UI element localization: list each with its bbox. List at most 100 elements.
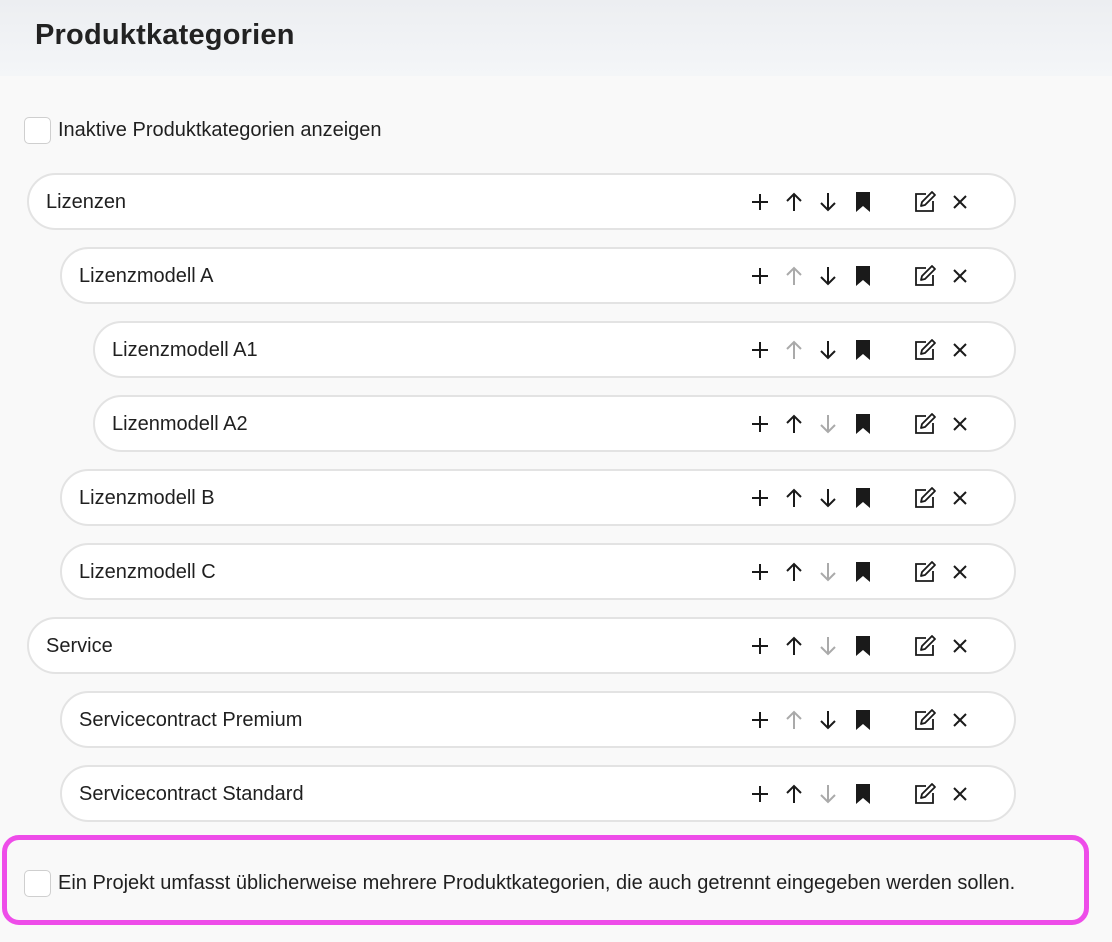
move-up-button[interactable] [781,781,807,807]
edit-button[interactable] [912,411,938,437]
multi-category-checkbox[interactable] [24,870,51,897]
close-icon [951,785,969,803]
show-inactive-checkbox[interactable] [24,117,51,144]
plus-icon [750,636,770,656]
page-title: Produktkategorien [35,19,295,51]
bookmark-icon [855,191,871,213]
category-label: Service [46,635,113,657]
category-row[interactable]: Service [27,617,1016,674]
edit-button[interactable] [912,559,938,585]
move-up-button[interactable] [781,485,807,511]
delete-button[interactable] [947,559,973,585]
bookmark-button[interactable] [850,781,876,807]
move-down-button[interactable] [815,263,841,289]
category-label: Lizenzmodell C [79,561,216,583]
category-row[interactable]: Lizenzmodell B [60,469,1016,526]
move-down-button[interactable] [815,485,841,511]
edit-icon [913,782,937,806]
add-button[interactable] [747,707,773,733]
move-up-button [781,707,807,733]
edit-button[interactable] [912,337,938,363]
add-button[interactable] [747,263,773,289]
move-up-button[interactable] [781,189,807,215]
add-button[interactable] [747,485,773,511]
edit-icon [913,338,937,362]
multi-category-label: Ein Projekt umfasst üblicherweise mehrer… [58,872,1016,894]
edit-button[interactable] [912,633,938,659]
add-button[interactable] [747,337,773,363]
edit-icon [913,264,937,288]
category-label: Servicecontract Standard [79,783,304,805]
delete-button[interactable] [947,337,973,363]
arrow-down-icon [818,339,838,361]
category-row[interactable]: Lizenzen [27,173,1016,230]
show-inactive-label: Inaktive Produktkategorien anzeigen [58,119,382,141]
arrow-down-icon [818,635,838,657]
bookmark-button[interactable] [850,263,876,289]
bookmark-icon [855,783,871,805]
move-down-button[interactable] [815,189,841,215]
add-button[interactable] [747,633,773,659]
edit-button[interactable] [912,781,938,807]
move-up-button [781,337,807,363]
move-up-button[interactable] [781,559,807,585]
category-row[interactable]: Lizenmodell A2 [93,395,1016,452]
arrow-down-icon [818,487,838,509]
arrow-down-icon [818,413,838,435]
bookmark-icon [855,487,871,509]
category-row[interactable]: Lizenzmodell A [60,247,1016,304]
move-down-button [815,781,841,807]
plus-icon [750,710,770,730]
delete-button[interactable] [947,189,973,215]
add-button[interactable] [747,411,773,437]
close-icon [951,415,969,433]
arrow-down-icon [818,561,838,583]
move-down-button [815,559,841,585]
bookmark-button[interactable] [850,633,876,659]
bookmark-button[interactable] [850,411,876,437]
move-down-button [815,411,841,437]
add-button[interactable] [747,781,773,807]
move-up-button[interactable] [781,633,807,659]
bookmark-button[interactable] [850,559,876,585]
add-button[interactable] [747,559,773,585]
arrow-up-icon [784,413,804,435]
close-icon [951,193,969,211]
close-icon [951,489,969,507]
close-icon [951,563,969,581]
bookmark-icon [855,635,871,657]
bookmark-button[interactable] [850,337,876,363]
move-down-button[interactable] [815,337,841,363]
bookmark-button[interactable] [850,707,876,733]
arrow-down-icon [818,709,838,731]
delete-button[interactable] [947,411,973,437]
plus-icon [750,488,770,508]
delete-button[interactable] [947,633,973,659]
edit-icon [913,486,937,510]
category-row[interactable]: Servicecontract Premium [60,691,1016,748]
delete-button[interactable] [947,263,973,289]
arrow-up-icon [784,709,804,731]
category-row[interactable]: Lizenzmodell A1 [93,321,1016,378]
category-row[interactable]: Servicecontract Standard [60,765,1016,822]
edit-button[interactable] [912,485,938,511]
edit-button[interactable] [912,189,938,215]
move-down-button[interactable] [815,707,841,733]
bookmark-button[interactable] [850,485,876,511]
plus-icon [750,340,770,360]
edit-icon [913,412,937,436]
close-icon [951,267,969,285]
bookmark-icon [855,265,871,287]
edit-button[interactable] [912,263,938,289]
delete-button[interactable] [947,781,973,807]
category-row[interactable]: Lizenzmodell C [60,543,1016,600]
move-up-button[interactable] [781,411,807,437]
bookmark-button[interactable] [850,189,876,215]
arrow-up-icon [784,339,804,361]
delete-button[interactable] [947,485,973,511]
category-label: Servicecontract Premium [79,709,303,731]
add-button[interactable] [747,189,773,215]
edit-button[interactable] [912,707,938,733]
delete-button[interactable] [947,707,973,733]
arrow-up-icon [784,783,804,805]
